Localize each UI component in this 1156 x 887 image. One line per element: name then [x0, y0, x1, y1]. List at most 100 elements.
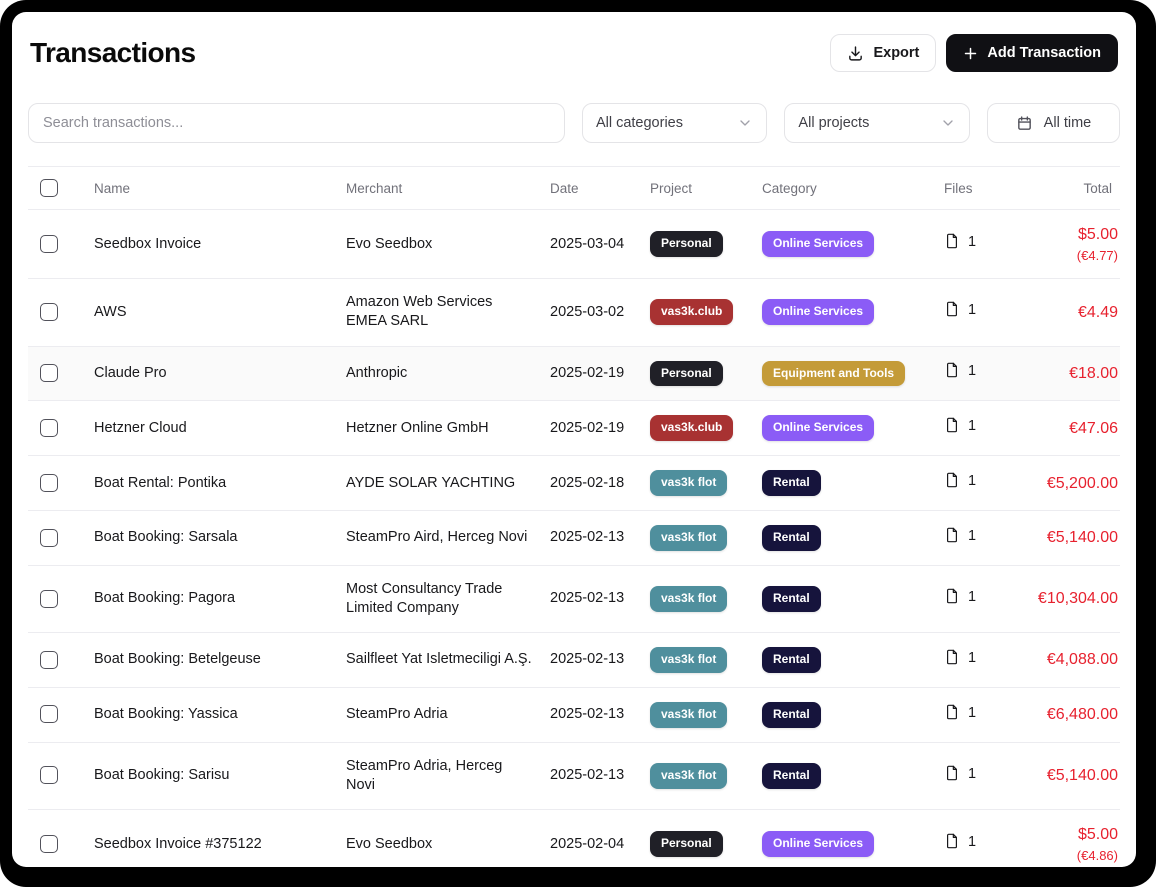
- total-amount: €4,088.00: [1047, 651, 1118, 668]
- project-badge: vas3k.club: [650, 415, 733, 441]
- total-amount: $5.00: [1078, 226, 1118, 243]
- category-badge: Rental: [762, 586, 821, 612]
- category-badge: Rental: [762, 470, 821, 496]
- file-icon: [944, 649, 960, 671]
- merchant-name: Sailfleet Yat Isletmeciligi A.Ş.: [338, 633, 542, 688]
- file-icon: [944, 301, 960, 323]
- time-range-button[interactable]: All time: [987, 103, 1120, 143]
- file-icon: [944, 527, 960, 549]
- total-amount: €5,200.00: [1047, 475, 1118, 492]
- row-checkbox[interactable]: [40, 474, 58, 492]
- file-icon: [944, 588, 960, 610]
- files-count: 1: [968, 834, 976, 850]
- category-badge: Rental: [762, 525, 821, 551]
- files-count: 1: [968, 418, 976, 434]
- categories-select[interactable]: All categories: [582, 103, 767, 143]
- column-header-project: Project: [642, 167, 754, 210]
- project-badge: vas3k flot: [650, 586, 727, 612]
- category-badge: Rental: [762, 647, 821, 673]
- column-header-name: Name: [86, 167, 338, 210]
- select-all-checkbox[interactable]: [40, 179, 58, 197]
- transaction-row[interactable]: Seedbox Invoice #375122 Evo Seedbox 2025…: [28, 809, 1120, 867]
- file-icon: [944, 362, 960, 384]
- project-badge: vas3k flot: [650, 525, 727, 551]
- row-checkbox[interactable]: [40, 766, 58, 784]
- merchant-name: SteamPro Adria, Herceg Novi: [338, 742, 542, 809]
- search-input[interactable]: [28, 103, 565, 143]
- transaction-row[interactable]: Hetzner Cloud Hetzner Online GmbH 2025-0…: [28, 401, 1120, 456]
- total-cell: $5.00 (€4.86): [994, 809, 1120, 867]
- category-badge: Online Services: [762, 231, 874, 257]
- total-cell: €18.00: [994, 346, 1120, 401]
- category-badge: Online Services: [762, 415, 874, 441]
- add-transaction-label: Add Transaction: [987, 45, 1101, 61]
- project-badge: vas3k flot: [650, 763, 727, 789]
- merchant-name: Most Consultancy Trade Limited Company: [338, 565, 542, 632]
- projects-select[interactable]: All projects: [784, 103, 969, 143]
- total-cell: €4.49: [994, 279, 1120, 346]
- topbar: Transactions Export Add Transaction: [30, 34, 1118, 72]
- transaction-date: 2025-02-13: [542, 511, 642, 566]
- row-checkbox[interactable]: [40, 419, 58, 437]
- row-checkbox[interactable]: [40, 651, 58, 669]
- column-header-date: Date: [542, 167, 642, 210]
- project-badge: vas3k flot: [650, 702, 727, 728]
- row-checkbox[interactable]: [40, 835, 58, 853]
- toolbar-actions: Export Add Transaction: [830, 34, 1118, 72]
- transaction-date: 2025-02-13: [542, 565, 642, 632]
- project-badge: Personal: [650, 231, 723, 257]
- transaction-date: 2025-02-18: [542, 456, 642, 511]
- transaction-row[interactable]: Boat Booking: Pagora Most Consultancy Tr…: [28, 565, 1120, 632]
- column-header-merchant: Merchant: [338, 167, 542, 210]
- project-badge: Personal: [650, 831, 723, 857]
- transaction-row[interactable]: Boat Booking: Sarisu SteamPro Adria, Her…: [28, 742, 1120, 809]
- transaction-row[interactable]: Boat Rental: Pontika AYDE SOLAR YACHTING…: [28, 456, 1120, 511]
- files-count: 1: [968, 302, 976, 318]
- files-count: 1: [968, 363, 976, 379]
- column-header-category: Category: [754, 167, 936, 210]
- transaction-row[interactable]: AWS Amazon Web Services EMEA SARL 2025-0…: [28, 279, 1120, 346]
- transaction-row[interactable]: Claude Pro Anthropic 2025-02-19 Personal…: [28, 346, 1120, 401]
- project-badge: vas3k flot: [650, 470, 727, 496]
- total-amount: $5.00: [1078, 826, 1118, 843]
- categories-select-value: All categories: [596, 115, 683, 131]
- export-label: Export: [873, 45, 919, 61]
- total-cell: €6,480.00: [994, 687, 1120, 742]
- file-icon: [944, 472, 960, 494]
- merchant-name: SteamPro Aird, Herceg Novi: [338, 511, 542, 566]
- row-checkbox[interactable]: [40, 529, 58, 547]
- merchant-name: Evo Seedbox: [338, 809, 542, 867]
- export-button[interactable]: Export: [830, 34, 936, 72]
- total-amount: €5,140.00: [1047, 529, 1118, 546]
- plus-icon: [963, 46, 978, 61]
- row-checkbox[interactable]: [40, 590, 58, 608]
- files-count: 1: [968, 650, 976, 666]
- total-amount: €5,140.00: [1047, 767, 1118, 784]
- files-count: 1: [968, 766, 976, 782]
- transaction-name: Claude Pro: [86, 346, 338, 401]
- table-header: Name Merchant Date Project Category File…: [28, 167, 1120, 210]
- row-checkbox[interactable]: [40, 364, 58, 382]
- total-cell: €10,304.00: [994, 565, 1120, 632]
- transaction-row[interactable]: Boat Booking: Yassica SteamPro Adria 202…: [28, 687, 1120, 742]
- transaction-date: 2025-02-13: [542, 687, 642, 742]
- files-count: 1: [968, 705, 976, 721]
- transaction-name: Boat Rental: Pontika: [86, 456, 338, 511]
- transaction-row[interactable]: Boat Booking: Sarsala SteamPro Aird, Her…: [28, 511, 1120, 566]
- time-range-label: All time: [1044, 115, 1092, 131]
- row-checkbox[interactable]: [40, 705, 58, 723]
- transactions-tbody: Seedbox Invoice Evo Seedbox 2025-03-04 P…: [28, 210, 1120, 868]
- file-icon: [944, 833, 960, 855]
- transaction-name: Boat Booking: Pagora: [86, 565, 338, 632]
- add-transaction-button[interactable]: Add Transaction: [946, 34, 1118, 72]
- row-checkbox[interactable]: [40, 303, 58, 321]
- transaction-row[interactable]: Boat Booking: Betelgeuse Sailfleet Yat I…: [28, 633, 1120, 688]
- merchant-name: Anthropic: [338, 346, 542, 401]
- total-cell: $5.00 (€4.77): [994, 210, 1120, 279]
- file-icon: [944, 765, 960, 787]
- category-badge: Online Services: [762, 831, 874, 857]
- download-icon: [847, 45, 864, 62]
- transaction-name: Seedbox Invoice #375122: [86, 809, 338, 867]
- row-checkbox[interactable]: [40, 235, 58, 253]
- transaction-row[interactable]: Seedbox Invoice Evo Seedbox 2025-03-04 P…: [28, 210, 1120, 279]
